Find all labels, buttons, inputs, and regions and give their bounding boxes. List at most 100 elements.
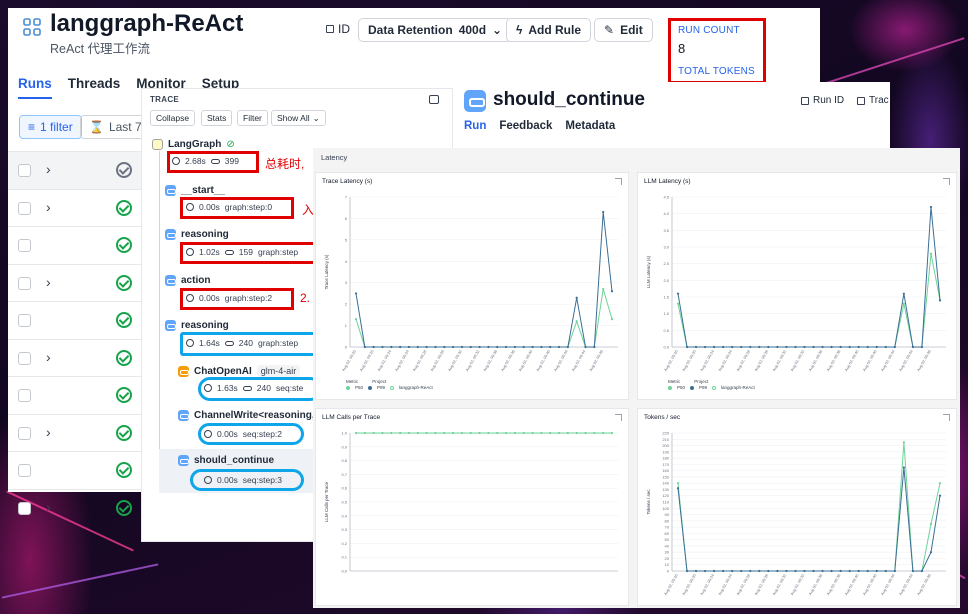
tab-threads[interactable]: Threads — [68, 76, 121, 99]
x-tick-label: Aug 02, 00:24 — [395, 350, 410, 372]
data-point — [478, 431, 481, 435]
table-row[interactable]: › — [8, 263, 148, 302]
tab-feedback[interactable]: Feedback — [499, 120, 552, 132]
data-point — [776, 345, 779, 349]
tab-runs[interactable]: Runs — [18, 76, 52, 99]
expand-all-icon[interactable]: › — [46, 161, 51, 177]
add-rule-button[interactable]: ϟ Add Rule — [506, 18, 592, 42]
copy-run-id-button[interactable]: Run ID — [801, 95, 844, 106]
show-all-select[interactable]: Show All ⌄ — [271, 110, 326, 126]
table-row[interactable]: › — [8, 338, 148, 377]
data-point — [504, 431, 508, 435]
trace-node-channelwrite[interactable]: ChannelWrite<reasoning, — [178, 410, 315, 421]
data-point — [749, 345, 752, 349]
expand-row-icon[interactable]: › — [46, 424, 51, 440]
y-tick-label: 80 — [665, 518, 670, 523]
x-tick-label: Aug 02, 00:24 — [700, 574, 715, 596]
data-point — [676, 292, 680, 295]
table-row[interactable]: › — [8, 188, 148, 227]
table-row[interactable]: › — [8, 488, 148, 527]
node-name: ChannelWrite<reasoning, — [194, 410, 315, 421]
tab-run[interactable]: Run — [464, 120, 486, 132]
x-tick-label: Aug 02, 00:28 — [412, 350, 427, 372]
legend-p50[interactable]: P50 — [355, 385, 363, 390]
row-checkbox[interactable] — [18, 464, 31, 477]
y-tick-label: 7 — [345, 195, 348, 200]
annotation-box — [180, 242, 320, 264]
select-all-checkbox[interactable] — [18, 164, 31, 177]
table-row[interactable] — [8, 376, 148, 414]
trace-node-should-continue[interactable]: should_continue — [178, 455, 274, 466]
trace-node-action[interactable]: action — [165, 275, 210, 286]
tab-metadata[interactable]: Metadata — [565, 120, 615, 132]
row-checkbox[interactable] — [18, 389, 31, 402]
trace-node-reasoning[interactable]: reasoning — [165, 320, 229, 331]
table-row[interactable] — [8, 226, 148, 264]
expand-row-icon[interactable]: › — [46, 199, 51, 215]
data-point — [593, 345, 596, 349]
collapse-button[interactable]: Collapse — [150, 110, 196, 126]
legend-project[interactable]: langgraph-ReAct — [399, 385, 433, 390]
edit-button[interactable]: ✎ Edit — [594, 18, 653, 42]
annotation-box — [180, 288, 294, 310]
chain-icon — [178, 410, 189, 421]
data-point — [434, 345, 437, 349]
data-retention-select[interactable]: Data Retention 400d ⌄ — [358, 18, 513, 42]
node-name: __start__ — [181, 185, 225, 196]
stats-button[interactable]: Stats — [201, 110, 233, 126]
data-point — [522, 431, 525, 435]
copy-icon — [857, 96, 865, 105]
data-point — [731, 569, 734, 573]
x-tick-label: Aug 02, 00:32 — [772, 350, 787, 372]
expand-row-icon[interactable]: › — [46, 349, 51, 365]
data-point — [839, 569, 842, 573]
llm-icon — [178, 365, 189, 377]
data-point — [839, 345, 842, 349]
data-point — [740, 345, 743, 349]
expand-row-icon[interactable]: › — [46, 274, 51, 290]
table-row[interactable] — [8, 301, 148, 339]
filter-trace-button[interactable]: Filter — [237, 110, 268, 126]
data-point — [767, 345, 770, 349]
y-tick-label: 0.4 — [341, 513, 347, 518]
y-tick-label: 180 — [662, 456, 669, 461]
data-point — [803, 569, 806, 573]
success-status-icon — [116, 199, 132, 216]
row-checkbox[interactable] — [18, 314, 31, 327]
chart-svg: 0.0 0.5 1.0 1.5 2.0 2.5 3.0 3.5 4.0 4.5 LLM Latenc… — [646, 195, 946, 372]
filter-button[interactable]: ≡ 1 filter — [19, 115, 82, 139]
row-checkbox[interactable] — [18, 351, 31, 365]
data-retention-value: 400d — [458, 23, 487, 37]
success-status-icon — [116, 237, 132, 253]
trace-node-langgraph[interactable]: LangGraph ⊘ — [152, 139, 235, 150]
copy-trace-id-button[interactable]: Trac — [857, 95, 889, 106]
data-point — [740, 569, 743, 573]
expand-row-icon[interactable]: › — [46, 499, 51, 515]
data-point — [884, 345, 887, 349]
table-row[interactable] — [8, 451, 148, 489]
trace-node-chatopenai[interactable]: ChatOpenAI glm-4-air — [178, 365, 301, 377]
x-tick-label: Aug 02, 00:24 — [377, 350, 392, 372]
row-checkbox[interactable] — [18, 276, 31, 290]
legend-p99[interactable]: P99 — [699, 385, 707, 390]
row-checkbox[interactable] — [18, 239, 31, 252]
run-stats: RUN COUNT 8 TOTAL TOKENS — [668, 18, 766, 84]
row-checkbox[interactable] — [18, 426, 31, 440]
legend-project[interactable]: langgraph-ReAct — [721, 385, 755, 390]
panel-toggle-icon[interactable] — [429, 95, 439, 104]
row-checkbox[interactable] — [18, 201, 31, 215]
row-checkbox[interactable] — [18, 501, 31, 515]
x-tick-label: Aug 02, 00:28 — [754, 350, 769, 372]
trace-node-reasoning[interactable]: reasoning — [165, 229, 229, 240]
x-tick-label: Aug 02, 00:32 — [448, 350, 463, 372]
data-point — [857, 345, 860, 349]
legend-p50[interactable]: P50 — [677, 385, 685, 390]
table-row[interactable]: › — [8, 413, 148, 452]
copy-id-button[interactable]: ID — [326, 22, 350, 36]
legend-p99[interactable]: P99 — [377, 385, 385, 390]
y-tick-label: 0.5 — [341, 500, 347, 505]
chain-icon — [178, 455, 189, 466]
trace-node-start[interactable]: __start__ — [165, 185, 225, 196]
data-point — [758, 569, 761, 573]
data-point — [407, 345, 411, 349]
